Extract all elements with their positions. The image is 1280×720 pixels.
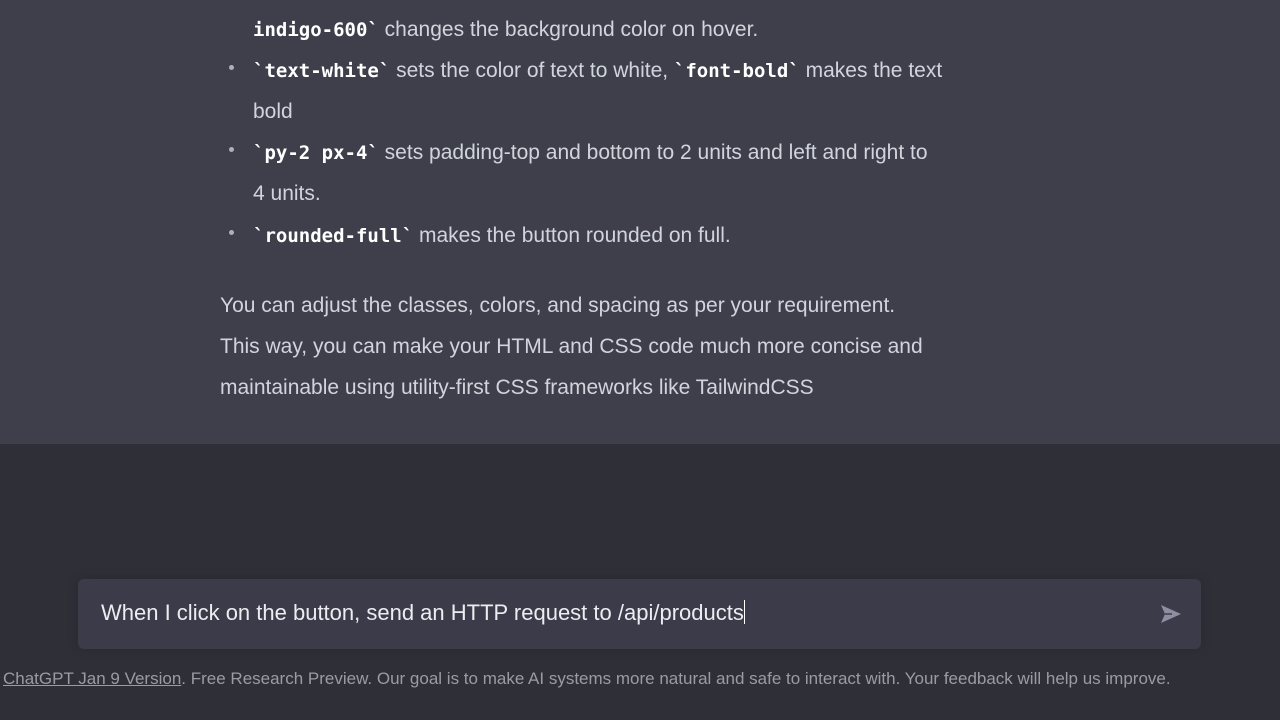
list-item-text: changes the background color on hover. (378, 18, 759, 41)
list-item-text: makes the text (799, 59, 943, 82)
paper-plane-icon (1161, 605, 1181, 623)
inline-code: indigo-600` (253, 19, 379, 41)
inline-code: `py-2 px-4` (253, 142, 379, 164)
list-item-text: makes the button rounded on full. (413, 224, 731, 247)
list-item-continuation: indigo-600` changes the background color… (253, 18, 758, 42)
paragraph-line: maintainable using utility-first CSS fra… (220, 376, 814, 399)
footer-text: . Free Research Preview. Our goal is to … (181, 669, 1171, 688)
bullet (229, 230, 234, 235)
bullet (229, 65, 234, 70)
send-button[interactable] (1159, 603, 1183, 625)
list-item: `rounded-full` makes the button rounded … (253, 224, 731, 248)
text-caret (743, 600, 745, 624)
prompt-input[interactable]: When I click on the button, send an HTTP… (78, 579, 1201, 649)
version-link[interactable]: ChatGPT Jan 9 Version (3, 669, 181, 688)
prompt-value: When I click on the button, send an HTTP… (101, 600, 744, 625)
list-item-text: sets the color of text to white, (390, 59, 674, 82)
assistant-message: indigo-600` changes the background color… (0, 0, 1280, 444)
list-item: `text-white` sets the color of text to w… (253, 59, 942, 83)
bullet (229, 147, 234, 152)
paragraph-line: You can adjust the classes, colors, and … (220, 294, 896, 317)
inline-code: `text-white` (253, 60, 391, 82)
paragraph-line: This way, you can make your HTML and CSS… (220, 335, 923, 358)
list-item-text: sets padding-top and bottom to 2 units a… (378, 141, 928, 164)
inline-code: `rounded-full` (253, 225, 414, 247)
list-item-continuation: 4 units. (253, 182, 321, 205)
list-item-continuation: bold (253, 100, 293, 123)
prompt-textarea[interactable]: When I click on the button, send an HTTP… (101, 600, 745, 626)
footer: ChatGPT Jan 9 Version. Free Research Pre… (3, 669, 1171, 689)
list-item: `py-2 px-4` sets padding-top and bottom … (253, 141, 928, 165)
inline-code: `font-bold` (673, 60, 800, 82)
